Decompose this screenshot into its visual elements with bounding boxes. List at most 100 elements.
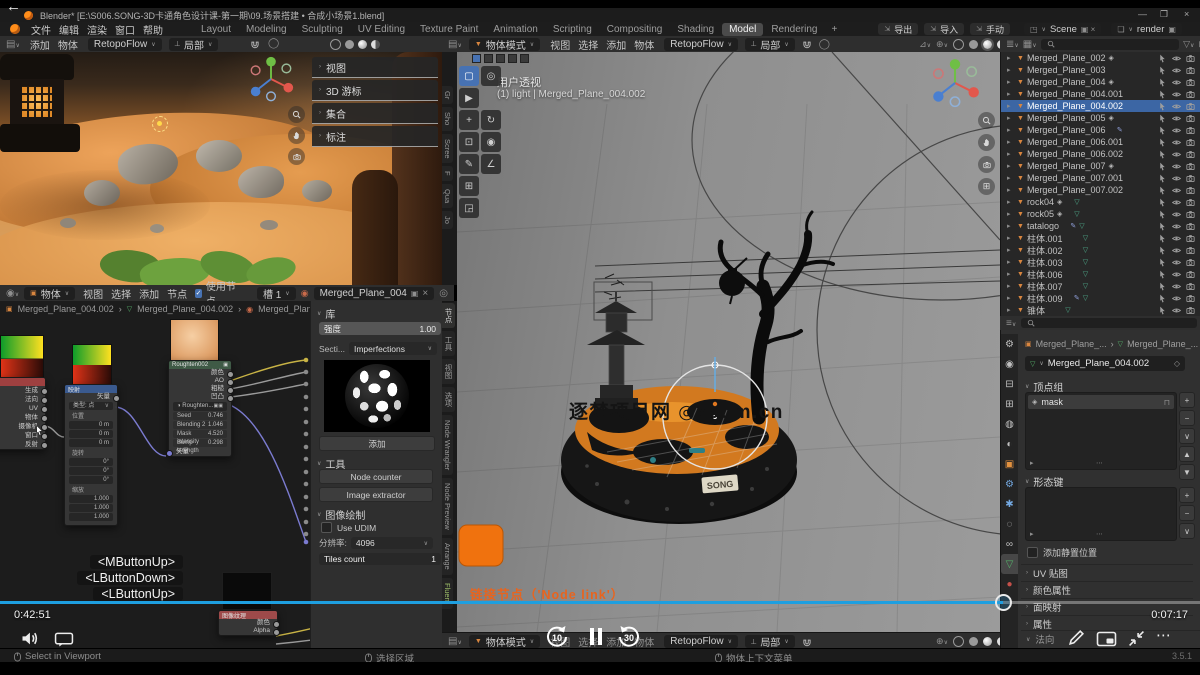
object-name[interactable]: Merged_Plane_007 <box>1027 161 1106 171</box>
disable-render-camera-icon[interactable] <box>1186 138 1195 147</box>
outliner-row[interactable]: ▸ ▼ 柱体.001 ◈ ✎ ▽ <box>1001 232 1200 244</box>
workspace-tab[interactable]: Animation <box>486 23 544 36</box>
outliner-row[interactable]: ▸ ▼ 柱体.003 ◈ ✎ ▽ <box>1001 256 1200 268</box>
node-output-socket[interactable]: Alpha <box>219 627 280 636</box>
snap-magnet-icon[interactable] <box>802 39 812 49</box>
move-down-button[interactable]: ▼ <box>1179 464 1195 480</box>
sidebar-tab[interactable]: Jo <box>442 211 453 229</box>
outliner-row[interactable]: ▸ ▼ Merged_Plane_007 ◈ ✎ ▽ <box>1001 160 1200 172</box>
sidebar-tab[interactable]: F <box>442 166 453 181</box>
expand-caret[interactable]: ▸ <box>1007 282 1014 290</box>
hide-eye-icon[interactable] <box>1172 270 1181 279</box>
pin-icon[interactable]: ◎ <box>439 288 448 299</box>
tool-button[interactable]: ◲ <box>459 198 479 218</box>
danmaku-icon[interactable] <box>54 632 74 647</box>
mapping-type-dropdown[interactable]: 类型: 点 ∨ <box>69 402 113 410</box>
properties-tab[interactable]: ◌ <box>1001 514 1018 534</box>
note-pencil-icon[interactable] <box>1068 629 1085 646</box>
resolution-dropdown[interactable]: 4096 ∨ <box>350 537 433 549</box>
node-slider[interactable]: Mask intensity 4.520 <box>173 430 227 445</box>
node-output-socket[interactable]: 物体 <box>0 413 48 422</box>
properties-tab[interactable]: ⊞ <box>1001 394 1018 414</box>
hide-eye-icon[interactable] <box>1172 258 1181 267</box>
object-name[interactable]: Merged_Plane_005 <box>1027 113 1106 123</box>
sidebar-panel-header[interactable]: › 集合 <box>312 103 438 124</box>
vertex-group-row[interactable]: ◈ mask ⊓ <box>1028 395 1174 409</box>
object-name[interactable]: rock04 <box>1027 197 1054 207</box>
add-shape-key-button[interactable]: + <box>1179 487 1195 503</box>
expand-caret[interactable]: ▸ <box>1007 126 1014 134</box>
node-output-socket[interactable]: 反射 <box>0 440 48 449</box>
outliner-row[interactable]: ▸ ▼ Merged_Plane_003 ◈ ✎ ▽ <box>1001 64 1200 76</box>
viewport-menu[interactable]: 选择 <box>575 37 601 52</box>
remove-shape-key-button[interactable]: − <box>1179 505 1195 521</box>
disable-render-camera-icon[interactable] <box>1186 246 1195 255</box>
selectable-pointer-icon[interactable] <box>1158 222 1167 231</box>
outliner-search-input[interactable] <box>1040 38 1180 50</box>
display-mode-icon[interactable]: ▦∨ <box>1023 39 1037 50</box>
value-field[interactable]: 0 m <box>69 439 113 447</box>
disable-render-camera-icon[interactable] <box>1186 162 1195 171</box>
progress-scrubber[interactable] <box>995 594 1012 611</box>
value-field[interactable]: 0° <box>69 467 113 475</box>
object-name[interactable]: Merged_Plane_004.001 <box>1027 89 1123 99</box>
shader-menu[interactable]: 节点 <box>164 286 190 301</box>
disable-render-camera-icon[interactable] <box>1186 294 1195 303</box>
workspace-tab[interactable]: Layout <box>194 23 238 36</box>
tool-button[interactable]: ↻ <box>481 110 501 130</box>
selectable-pointer-icon[interactable] <box>1158 234 1167 243</box>
orientation-selector[interactable]: ⟂ 局部 ∨ <box>168 37 219 52</box>
rest-position-toggle[interactable]: 添加静置位置 <box>1027 546 1097 559</box>
properties-tab[interactable]: ⊟ <box>1001 374 1018 394</box>
orientation-selector[interactable]: ⟂ 局部 ∨ <box>744 37 795 52</box>
expand-caret[interactable]: ▸ <box>1007 150 1014 158</box>
tool-button[interactable]: ∠ <box>481 154 501 174</box>
outliner-row[interactable]: ▸ ▼ Merged_Plane_004 ◈ ✎ ▽ <box>1001 76 1200 88</box>
rendered-shading-icon[interactable] <box>371 40 380 49</box>
editor-type-icon[interactable]: ▤∨ <box>448 39 462 50</box>
material-slot-selector[interactable]: 槽 1 ∨ <box>256 286 296 301</box>
expand-caret[interactable]: ▸ <box>1007 246 1014 254</box>
node-output-socket[interactable]: 法向 <box>0 395 48 404</box>
editor-type-icon[interactable]: ▤∨ <box>6 39 20 50</box>
disable-render-camera-icon[interactable] <box>1186 234 1195 243</box>
disable-render-camera-icon[interactable] <box>1186 198 1195 207</box>
wireframe-shading-icon[interactable] <box>330 39 341 50</box>
expand-caret[interactable]: ▸ <box>1007 162 1014 170</box>
sidebar-panel-header[interactable]: › 视图 <box>312 57 438 78</box>
workspace-tab[interactable]: Modeling <box>239 23 294 36</box>
sidebar-tab[interactable]: 选项 <box>442 387 455 412</box>
selectable-pointer-icon[interactable] <box>1158 114 1167 123</box>
object-name[interactable]: Merged_Plane_002 <box>1027 53 1106 63</box>
node-output-socket[interactable]: UV <box>0 404 48 413</box>
material-shading-icon[interactable] <box>983 637 992 646</box>
orientation-selector[interactable]: ⟂ 局部 ∨ <box>744 635 795 649</box>
selectable-pointer-icon[interactable] <box>1158 174 1167 183</box>
addon-action-button[interactable]: ⇲ 导入 <box>924 23 965 35</box>
rough-group-node[interactable]: Roughten002 ▣ 颜色 AO 粗糙 凹凸 ◑ Roughten... ▣▣ Se… <box>166 360 234 457</box>
material-shading-icon[interactable] <box>981 37 994 51</box>
selectable-pointer-icon[interactable] <box>1158 102 1167 111</box>
outliner-row[interactable]: ▸ ▼ Merged_Plane_005 ◈ ✎ ▽ <box>1001 112 1200 124</box>
workspace-tab[interactable]: Compositing <box>600 23 670 36</box>
sidebar-tab[interactable]: 工具 <box>442 331 455 356</box>
selectable-pointer-icon[interactable] <box>1158 306 1167 315</box>
tool-button[interactable]: ▶ <box>459 88 479 108</box>
selectable-pointer-icon[interactable] <box>1158 210 1167 219</box>
object-name[interactable]: Merged_Plane_004.002 <box>1027 101 1123 111</box>
object-name[interactable]: Merged_Plane_003 <box>1027 65 1106 75</box>
checkbox-icon[interactable] <box>321 522 332 533</box>
expand-caret[interactable]: ▸ <box>1007 90 1014 98</box>
properties-tab[interactable]: ◐ <box>1001 434 1018 454</box>
disable-render-camera-icon[interactable] <box>1186 126 1195 135</box>
selectable-pointer-icon[interactable] <box>1158 162 1167 171</box>
expand-caret[interactable]: ▸ <box>1007 258 1014 266</box>
outliner-row[interactable]: ▸ ▼ tatalogo ◈ ✎ ▽ <box>1001 220 1200 232</box>
mode-selector[interactable]: ▼ 物体模式 ∨ <box>468 37 541 52</box>
outliner-row[interactable]: ▸ ▼ 锥体 ◈ ✎ ▽ <box>1001 304 1200 316</box>
node-output-socket[interactable]: 颜色 <box>169 369 234 378</box>
forward-30-button[interactable]: 30 <box>616 624 642 650</box>
object-name[interactable]: Merged_Plane_004 <box>1027 77 1106 87</box>
editor-type-icon[interactable]: ≣∨ <box>1006 39 1019 50</box>
expand-caret[interactable]: ▸ <box>1007 210 1014 218</box>
